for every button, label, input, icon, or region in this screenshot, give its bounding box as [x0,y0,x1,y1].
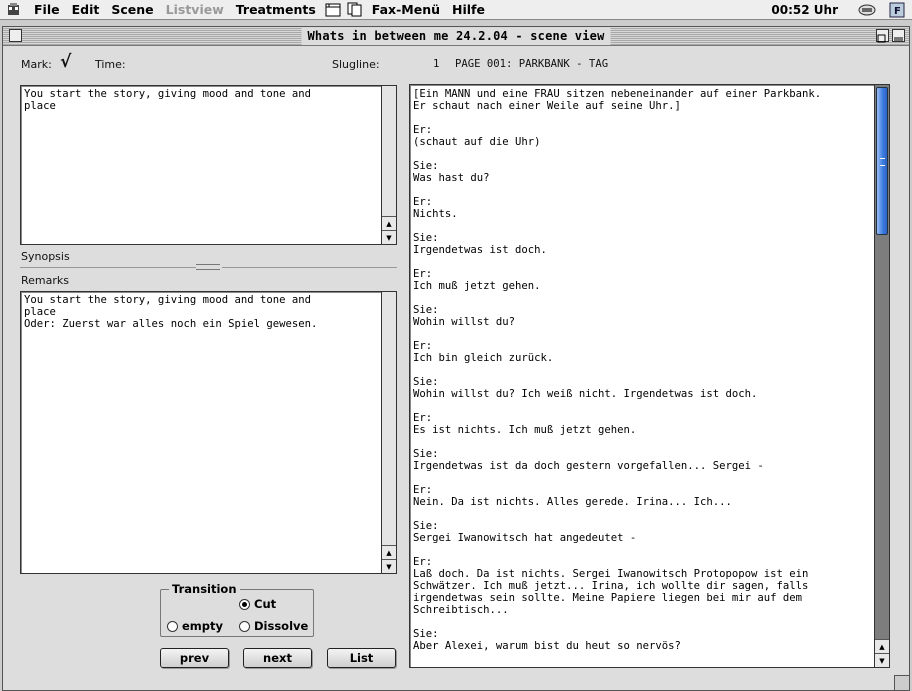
remarks-scrollbar[interactable]: ▲ ▼ [381,292,396,573]
slugline-label: Slugline: [332,58,380,71]
script-scrollbar[interactable]: ▲ ▼ [874,85,889,667]
radio-selected-icon[interactable] [239,598,250,610]
script-block[interactable]: Er: Ich muß jetzt gehen. [413,268,871,292]
script-block[interactable]: Er: (schaut auf die Uhr) [413,124,871,148]
pane-divider [222,267,397,268]
next-button[interactable]: next [243,648,312,668]
pane-divider [20,267,196,268]
script-block[interactable]: Er: Laß doch. Da ist nichts. Sergei Iwan… [413,556,871,616]
synopsis-label: Synopsis [21,250,70,263]
scroll-down-arrow-icon[interactable]: ▼ [382,559,396,573]
radio-cut[interactable]: Cut [239,597,276,611]
collapse-box[interactable] [892,29,905,42]
close-box[interactable] [9,29,22,42]
script-block[interactable]: [Ein MANN und eine FRAU sitzen nebeneina… [413,88,871,112]
scroll-up-arrow-icon[interactable]: ▲ [382,545,396,559]
scroll-up-arrow-icon[interactable]: ▲ [875,639,889,653]
menu-bar: File Edit Scene Listview Treatments Fax-… [0,0,912,20]
scroll-down-arrow-icon[interactable]: ▼ [875,653,889,667]
script-block[interactable]: Er: Nichts. [413,196,871,220]
scroll-down-arrow-icon[interactable]: ▼ [382,230,396,244]
zoom-box[interactable] [876,29,889,43]
radio-dissolve-label: Dissolve [254,619,309,633]
menu-treatments[interactable]: Treatments [230,0,322,20]
mark-checkmark[interactable]: √ [60,52,71,72]
splitter-grip-icon[interactable] [196,264,220,270]
script-block[interactable]: Sie: Sergei Iwanowitsch hat angedeutet - [413,520,871,544]
window-titlebar[interactable]: Whats in between me 24.2.04 - scene view [3,27,909,46]
scroll-thumb[interactable] [876,87,888,235]
script-block[interactable]: Sie: Wohin willst du? Ich weiß nicht. Ir… [413,376,871,400]
radio-cut-label: Cut [254,597,277,611]
menu-hilfe[interactable]: Hilfe [446,0,491,20]
script-text-pane[interactable]: [Ein MANN und eine FRAU sitzen nebeneina… [409,84,890,668]
script-block[interactable]: Er: Nein. Da ist nichts. Alles gerede. I… [413,484,871,508]
script-block[interactable]: Sie: Irgendetwas ist doch. [413,232,871,256]
menu-clock[interactable]: 00:52 Uhr [757,3,852,17]
menu-fax[interactable]: Fax-Menü [366,0,446,20]
window-menu-icon[interactable] [322,3,344,17]
synopsis-textarea[interactable]: You start the story, giving mood and ton… [20,85,397,245]
list-button[interactable]: List [327,648,396,668]
scroll-up-arrow-icon[interactable]: ▲ [382,216,396,230]
resize-grip-icon[interactable] [894,675,909,690]
radio-dissolve[interactable]: Dissolve [239,619,308,633]
apple-menu-icon[interactable] [0,2,28,17]
remarks-text[interactable]: You start the story, giving mood and ton… [24,294,378,330]
radio-empty[interactable]: empty [167,619,223,633]
slugline-number: 1 [433,58,440,70]
time-label: Time: [95,58,126,71]
menu-listview[interactable]: Listview [160,0,230,20]
script-block[interactable]: Er: Ich bin gleich zurück. [413,340,871,364]
radio-unselected-icon[interactable] [239,620,250,632]
prev-button[interactable]: prev [160,648,229,668]
script-block[interactable]: Sie: Irgendetwas ist da doch gestern vor… [413,448,871,472]
scene-view-window: Whats in between me 24.2.04 - scene view… [2,26,910,691]
window-title: Whats in between me 24.2.04 - scene view [301,28,611,45]
slugline-text[interactable]: PAGE 001: PARKBANK - TAG [455,58,608,70]
documents-menu-icon[interactable] [344,2,366,17]
transition-group: Transition Cut empty Dissolve [160,582,314,637]
script-block[interactable]: Sie: Aber Alexei, warum bist du heut so … [413,628,871,652]
remarks-label: Remarks [21,274,69,287]
application-menu-icon[interactable]: F [882,2,912,18]
mark-label: Mark: [21,58,52,71]
script-block[interactable]: Sie: Was hast du? [413,160,871,184]
transition-legend: Transition [169,582,240,596]
script-block[interactable]: Er: Es ist nichts. Ich muß jetzt gehen. [413,412,871,436]
script-block[interactable]: Sie: Wohin willst du? [413,304,871,328]
menu-file[interactable]: File [28,0,66,20]
menu-edit[interactable]: Edit [66,0,106,20]
synopsis-scrollbar[interactable]: ▲ ▼ [381,86,396,244]
svg-text:F: F [894,6,901,17]
remarks-textarea[interactable]: You start the story, giving mood and ton… [20,291,397,574]
script-body[interactable]: [Ein MANN und eine FRAU sitzen nebeneina… [413,88,871,664]
synopsis-text[interactable]: You start the story, giving mood and ton… [24,88,378,112]
control-strip-icon[interactable] [852,4,882,16]
menu-scene[interactable]: Scene [105,0,159,20]
radio-empty-label: empty [182,619,224,633]
radio-unselected-icon[interactable] [167,620,178,632]
